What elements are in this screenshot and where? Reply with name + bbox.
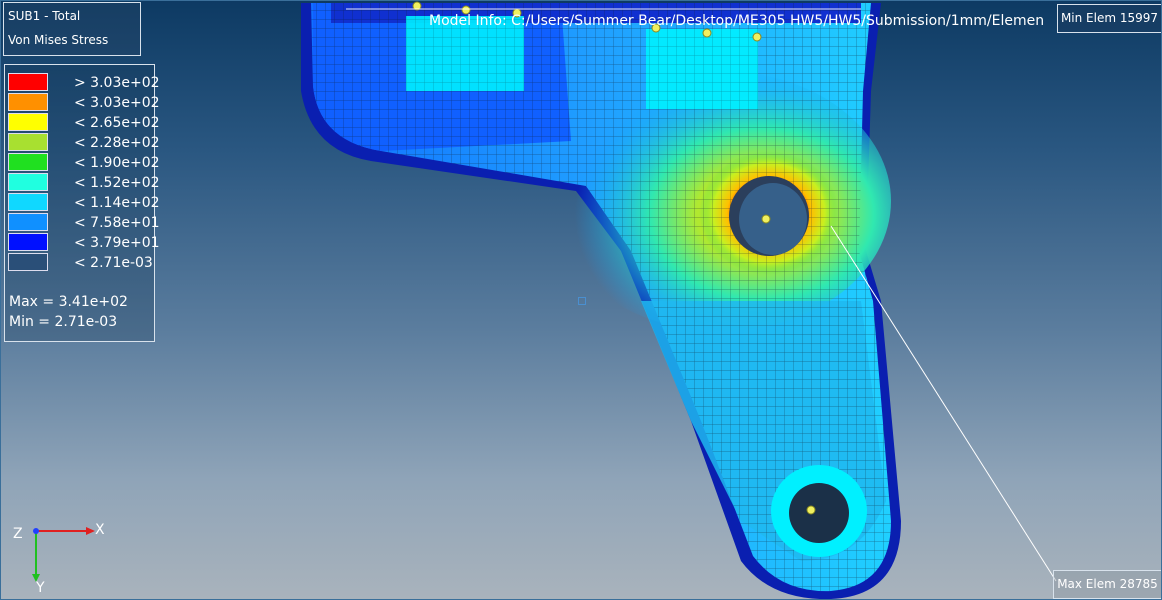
legend-swatch (8, 233, 48, 251)
legend-row: < 7.58e+01 (8, 213, 160, 233)
legend-swatch (8, 253, 48, 271)
legend-swatch (8, 93, 48, 111)
legend-row: < 3.03e+02 (8, 93, 160, 113)
y-axis-label: Y (35, 580, 45, 596)
lower-hole (789, 483, 849, 543)
legend-max-value: Max = 3.41e+02 (9, 294, 128, 310)
min-elem-label[interactable]: Min Elem 15997 (1057, 4, 1161, 33)
graphics-viewport[interactable]: SUB1 - Total Von Mises Stress > 3.03e+02… (0, 0, 1162, 600)
legend-row: < 2.28e+02 (8, 133, 160, 153)
legend-label: < 1.90e+02 (74, 155, 160, 171)
legend-label: < 3.03e+02 (74, 95, 160, 111)
z-axis-label: Z (13, 526, 23, 542)
legend-swatch (8, 113, 48, 131)
x-axis-label: X (95, 522, 105, 538)
legend-label: < 7.58e+01 (74, 215, 160, 231)
legend-label: < 1.52e+02 (74, 175, 160, 191)
legend-swatch (8, 73, 48, 91)
legend-label: < 2.71e-03 (74, 255, 153, 271)
legend-label: < 2.28e+02 (74, 135, 160, 151)
z-axis-icon (33, 528, 39, 534)
load-bundle-right (646, 29, 758, 109)
legend-label: < 2.65e+02 (74, 115, 160, 131)
legend-swatch (8, 193, 48, 211)
legend-label: < 3.79e+01 (74, 235, 160, 251)
upper-hole-inner (739, 183, 807, 255)
legend-label: > 3.03e+02 (74, 75, 160, 91)
legend-swatch (8, 213, 48, 231)
legend-min-value: Min = 2.71e-03 (9, 314, 118, 330)
result-type-label: Von Mises Stress (8, 33, 109, 47)
legend-row: < 3.79e+01 (8, 233, 160, 253)
legend-row: < 1.52e+02 (8, 173, 160, 193)
rotation-center-marker (578, 297, 586, 305)
subcase-label: SUB1 - Total (8, 9, 81, 23)
legend-row: < 1.90e+02 (8, 153, 160, 173)
legend-swatch (8, 173, 48, 191)
legend-row: > 3.03e+02 (8, 73, 160, 93)
legend-row: < 1.14e+02 (8, 193, 160, 213)
contour-legend[interactable]: > 3.03e+02 < 3.03e+02 < 2.65e+02 < 2.28e… (4, 64, 160, 342)
max-elem-label[interactable]: Max Elem 28785 (1053, 570, 1161, 599)
legend-row: < 2.65e+02 (8, 113, 160, 133)
legend-row: < 2.71e-03 (8, 253, 153, 273)
legend-label: < 1.14e+02 (74, 195, 160, 211)
axis-triad[interactable]: X Y Z (11, 516, 111, 596)
legend-swatch (8, 153, 48, 171)
result-title-box: SUB1 - Total Von Mises Stress (3, 2, 141, 56)
model-info-text: Model Info: C:/Users/Summer Bear/Desktop… (429, 13, 1045, 29)
legend-swatch (8, 133, 48, 151)
